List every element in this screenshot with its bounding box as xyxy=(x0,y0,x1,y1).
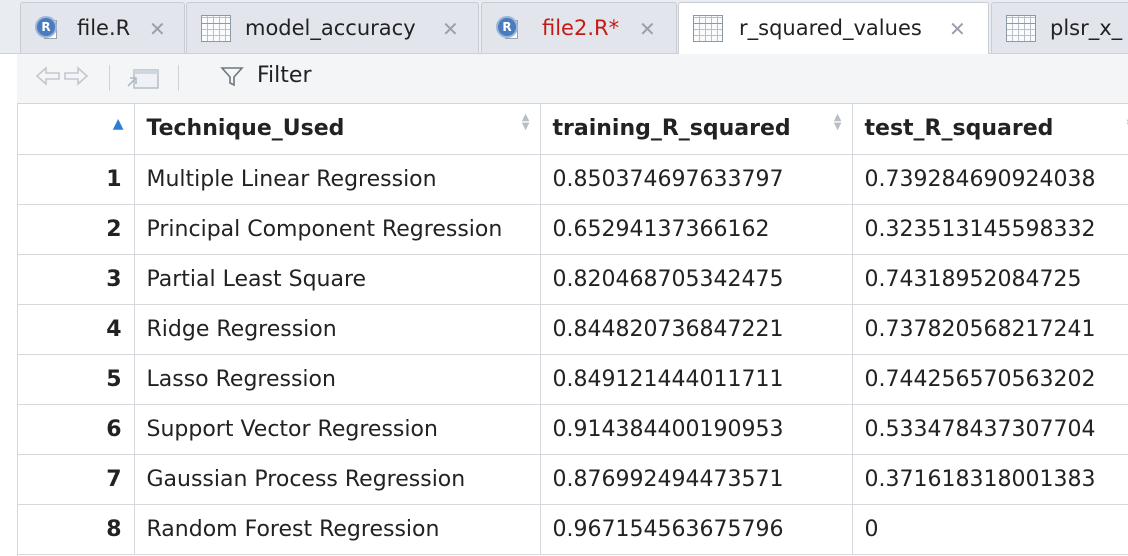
toolbar-divider xyxy=(109,65,110,91)
table-row: 2 Principal Component Regression 0.65294… xyxy=(18,204,1128,255)
cell-test-r-squared[interactable]: 0.737820568217241 xyxy=(852,304,1128,355)
tab-file-r[interactable]: R file.R ✕ xyxy=(20,2,185,53)
tab-label: r_squared_values xyxy=(739,16,922,40)
close-icon[interactable]: ✕ xyxy=(442,17,459,41)
tab-label: file2.R* xyxy=(542,16,620,40)
column-header-test-r-squared[interactable]: test_R_squared ▲▼ xyxy=(852,104,1128,155)
cell-training-r-squared[interactable]: 0.850374697633797 xyxy=(540,154,853,205)
table-header-row: ▲ Technique_Used ▲ ▼ training_R_squared ▲… xyxy=(18,104,1128,155)
filter-button[interactable]: Filter xyxy=(257,63,311,88)
cell-training-r-squared[interactable]: 0.820468705342475 xyxy=(540,254,853,305)
sort-ascending-icon: ▲ xyxy=(112,116,124,132)
row-index: 4 xyxy=(18,304,135,355)
cell-technique[interactable]: Multiple Linear Regression xyxy=(134,154,541,205)
cell-test-r-squared[interactable]: 0.739284690924038 xyxy=(852,154,1128,205)
row-index: 8 xyxy=(18,504,135,555)
tab-label: plsr_x_ xyxy=(1050,16,1123,40)
back-arrow-icon[interactable] xyxy=(35,66,61,92)
table-row: 5 Lasso Regression 0.849121444011711 0.7… xyxy=(18,354,1128,405)
tab-label: file.R xyxy=(77,16,131,40)
tab-r-squared-values[interactable]: r_squared_values ✕ xyxy=(678,2,989,55)
close-icon[interactable]: ✕ xyxy=(949,17,966,41)
data-table-icon xyxy=(693,15,723,42)
data-table-icon xyxy=(1006,15,1036,42)
data-table: ▲ Technique_Used ▲ ▼ training_R_squared ▲… xyxy=(18,104,1128,555)
table-row: 4 Ridge Regression 0.844820736847221 0.7… xyxy=(18,304,1128,355)
cell-test-r-squared[interactable]: 0.371618318001383 xyxy=(852,454,1128,505)
tab-file2-r[interactable]: R file2.R* ✕ xyxy=(481,2,677,53)
cell-test-r-squared[interactable]: 0.533478437307704 xyxy=(852,404,1128,455)
cell-technique[interactable]: Principal Component Regression xyxy=(134,204,541,255)
row-index: 1 xyxy=(18,154,135,205)
table-row: 3 Partial Least Square 0.820468705342475… xyxy=(18,254,1128,305)
row-index: 2 xyxy=(18,204,135,255)
table-row: 8 Random Forest Regression 0.96715456367… xyxy=(18,504,1128,555)
table-row: 6 Support Vector Regression 0.9143844001… xyxy=(18,404,1128,455)
editor-tab-bar: R file.R ✕ model_accuracy ✕ R file2.R* ✕… xyxy=(0,0,1128,55)
sort-arrows-icon: ▲▼ xyxy=(521,112,530,132)
close-icon[interactable]: ✕ xyxy=(639,17,656,41)
cell-technique[interactable]: Ridge Regression xyxy=(134,304,541,355)
column-header-label: Technique_Used xyxy=(146,116,345,142)
cell-technique[interactable]: Gaussian Process Regression xyxy=(134,454,541,505)
cell-technique[interactable]: Support Vector Regression xyxy=(134,404,541,455)
column-header-label: training_R_squared xyxy=(552,116,791,142)
cell-training-r-squared[interactable]: 0.65294137366162 xyxy=(540,204,853,255)
cell-test-r-squared[interactable]: 0 xyxy=(852,504,1128,555)
row-index-header[interactable]: ▲ xyxy=(18,104,135,155)
cell-test-r-squared[interactable]: 0.323513145598332 xyxy=(852,204,1128,255)
cell-technique[interactable]: Partial Least Square xyxy=(134,254,541,305)
popout-window-icon[interactable] xyxy=(126,66,160,96)
row-index: 3 xyxy=(18,254,135,305)
row-index: 5 xyxy=(18,354,135,405)
data-viewer-toolbar: Filter xyxy=(17,54,1128,104)
cell-technique[interactable]: Lasso Regression xyxy=(134,354,541,405)
table-row: 7 Gaussian Process Regression 0.87699249… xyxy=(18,454,1128,505)
cell-training-r-squared[interactable]: 0.876992494473571 xyxy=(540,454,853,505)
column-header-technique-used[interactable]: Technique_Used ▲ ▼ xyxy=(134,104,541,155)
column-header-training-r-squared[interactable]: training_R_squared ▲ ▼ xyxy=(540,104,853,155)
data-grid: ▲ Technique_Used ▲ ▼ training_R_squared ▲… xyxy=(17,104,1128,556)
sort-arrows-icon: ▲▼ xyxy=(833,112,842,132)
row-index: 7 xyxy=(18,454,135,505)
data-table-icon xyxy=(201,15,231,42)
cell-test-r-squared[interactable]: 0.74318952084725 xyxy=(852,254,1128,305)
cell-technique[interactable]: Random Forest Regression xyxy=(134,504,541,555)
cell-test-r-squared[interactable]: 0.744256570563202 xyxy=(852,354,1128,405)
forward-arrow-icon[interactable] xyxy=(63,66,89,92)
column-header-label: test_R_squared xyxy=(864,116,1054,142)
tab-label: model_accuracy xyxy=(245,16,416,40)
toolbar-divider xyxy=(178,65,179,91)
table-row: 1 Multiple Linear Regression 0.850374697… xyxy=(18,154,1128,205)
tab-model-accuracy[interactable]: model_accuracy ✕ xyxy=(186,2,479,53)
cell-training-r-squared[interactable]: 0.914384400190953 xyxy=(540,404,853,455)
cell-training-r-squared[interactable]: 0.844820736847221 xyxy=(540,304,853,355)
funnel-icon[interactable] xyxy=(220,64,244,94)
cell-training-r-squared[interactable]: 0.849121444011711 xyxy=(540,354,853,405)
close-icon[interactable]: ✕ xyxy=(149,17,166,41)
cell-training-r-squared[interactable]: 0.967154563675796 xyxy=(540,504,853,555)
row-index: 6 xyxy=(18,404,135,455)
tab-plsr-x[interactable]: plsr_x_ xyxy=(991,2,1128,53)
